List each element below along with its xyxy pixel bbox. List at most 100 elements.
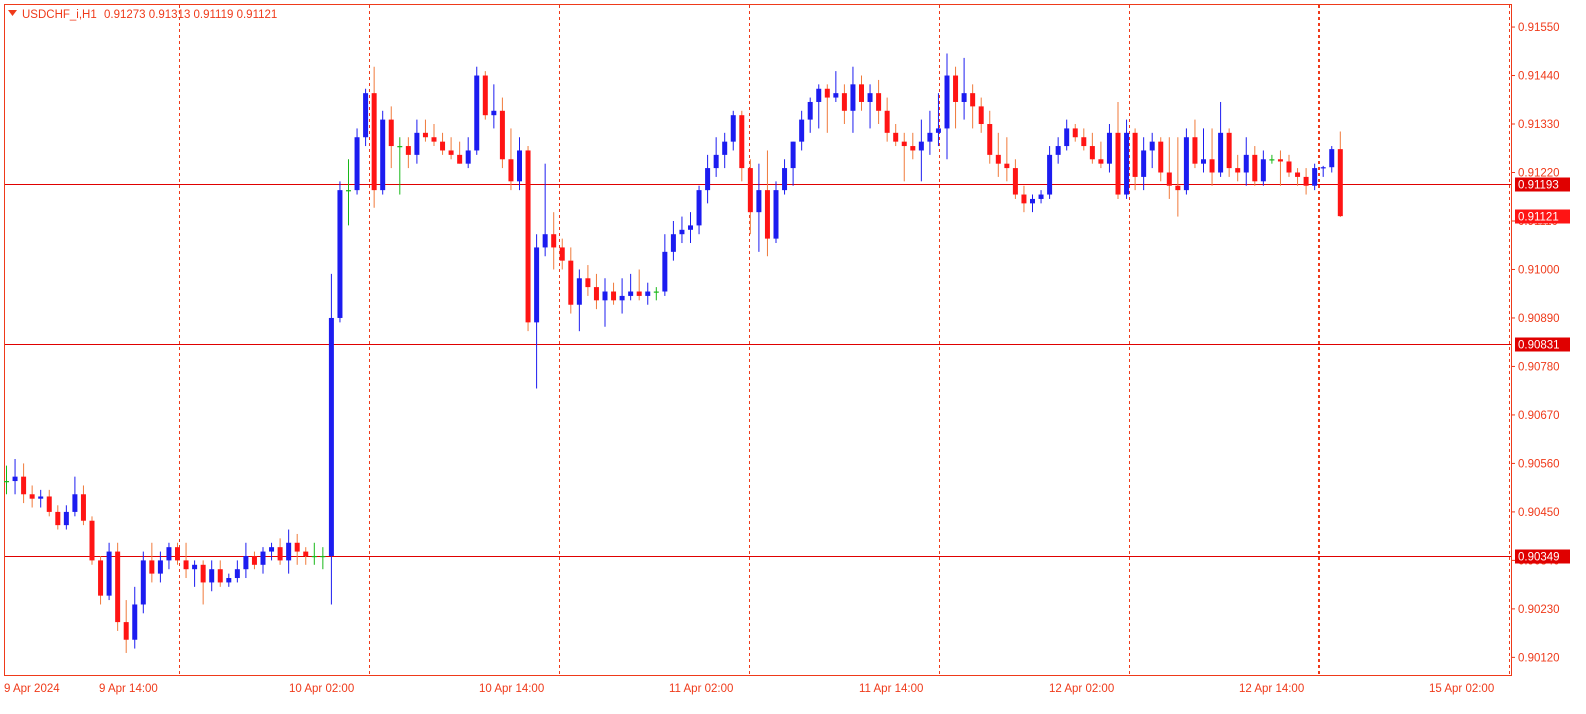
candle xyxy=(226,574,231,587)
candle xyxy=(842,84,847,124)
horizontal-lines[interactable] xyxy=(5,185,1511,557)
candle-body xyxy=(90,521,95,561)
candle-body xyxy=(1150,142,1155,151)
x-tick-label: 10 Apr 02:00 xyxy=(289,683,354,695)
candle-body xyxy=(705,168,710,190)
candle xyxy=(560,239,565,270)
current-price-label: 0.91121 xyxy=(1518,212,1559,224)
candle-body xyxy=(1329,149,1334,167)
candle xyxy=(1329,146,1334,172)
candle xyxy=(21,463,26,503)
candle xyxy=(774,181,779,243)
candle xyxy=(628,274,633,300)
candle-body xyxy=(21,477,26,495)
candle xyxy=(1192,120,1197,168)
candle xyxy=(329,274,334,605)
candle xyxy=(98,556,103,604)
candle-body xyxy=(158,560,163,573)
candle-body xyxy=(449,150,454,154)
candle-body xyxy=(671,234,676,252)
candle xyxy=(825,84,830,132)
candle xyxy=(1030,195,1035,213)
candle-body xyxy=(1030,199,1035,203)
candle-body xyxy=(1021,195,1026,204)
candle-body xyxy=(337,190,342,318)
horizontal-line-price-label: 0.91193 xyxy=(1518,180,1559,192)
candle-body xyxy=(782,168,787,190)
candle xyxy=(149,543,154,583)
candle-body xyxy=(526,150,531,322)
candle-body xyxy=(355,137,360,190)
triangle-down-icon[interactable] xyxy=(8,10,17,16)
candle-body xyxy=(243,556,248,569)
candle xyxy=(30,485,35,507)
candle xyxy=(1269,155,1274,164)
candle-body xyxy=(654,292,659,293)
chart-header: USDCHF_i,H1 0.91273 0.91313 0.91119 0.91… xyxy=(8,9,277,21)
candle-body xyxy=(132,604,137,639)
candle-body xyxy=(389,120,394,146)
candle-body xyxy=(970,93,975,106)
candle-body xyxy=(380,120,385,191)
candle-body xyxy=(517,150,522,181)
candle-body xyxy=(543,234,548,247)
candle-body xyxy=(714,155,719,168)
candle xyxy=(688,212,693,243)
candle-body xyxy=(1073,128,1078,137)
candle xyxy=(654,287,659,300)
x-tick-label: 12 Apr 14:00 xyxy=(1239,683,1304,695)
candle-body xyxy=(1064,128,1069,146)
candle xyxy=(1073,124,1078,142)
candle-body xyxy=(38,496,43,498)
candle-body xyxy=(739,115,744,168)
candle xyxy=(295,534,300,565)
candle xyxy=(731,111,736,151)
candle xyxy=(1287,155,1292,177)
candle-body xyxy=(13,477,18,481)
candle-body xyxy=(466,150,471,163)
candle-body xyxy=(252,556,257,565)
candle xyxy=(1235,155,1240,181)
candle xyxy=(406,137,411,168)
candle-body xyxy=(303,552,308,556)
candle xyxy=(466,137,471,168)
candle-body xyxy=(192,565,197,569)
candle-body xyxy=(226,578,231,582)
x-tick-label: 10 Apr 14:00 xyxy=(479,683,544,695)
candle-body xyxy=(47,496,52,511)
candle xyxy=(286,530,291,574)
candle-body xyxy=(124,622,129,640)
candle xyxy=(1107,124,1112,172)
candle-body xyxy=(816,89,821,102)
candle xyxy=(55,505,60,529)
x-tick-label: 11 Apr 02:00 xyxy=(669,683,733,695)
candle xyxy=(397,137,402,194)
candle-body xyxy=(1201,159,1206,163)
candle xyxy=(748,159,753,234)
candle xyxy=(910,133,915,159)
candles xyxy=(4,53,1343,652)
candle xyxy=(876,80,881,124)
candle xyxy=(714,137,719,177)
candle-body xyxy=(1227,133,1232,168)
candle-body xyxy=(1287,161,1292,172)
candle-body xyxy=(235,569,240,578)
candle-body xyxy=(72,494,77,512)
candle-body xyxy=(483,76,488,116)
candle-body xyxy=(1047,155,1052,195)
candle-body xyxy=(577,278,582,304)
candle xyxy=(38,490,43,508)
time-axis: 9 Apr 20249 Apr 14:0010 Apr 02:0010 Apr … xyxy=(4,683,1586,695)
candle-body xyxy=(372,93,377,190)
candle xyxy=(414,120,419,164)
candle-body xyxy=(184,560,189,569)
y-tick-label: 0.90670 xyxy=(1518,410,1560,422)
candle-body xyxy=(1133,133,1138,177)
candle-body xyxy=(432,137,437,141)
candle xyxy=(1252,146,1257,186)
candle xyxy=(372,67,377,208)
candle xyxy=(551,212,556,269)
candle xyxy=(449,137,454,159)
candle-body xyxy=(329,318,334,556)
candle-body xyxy=(508,159,513,181)
